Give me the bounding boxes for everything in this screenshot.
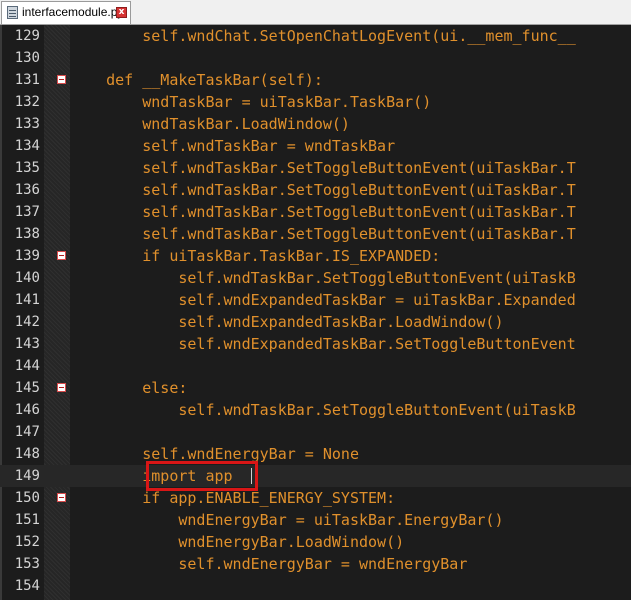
fold-collapse-icon[interactable]	[57, 493, 66, 502]
line-number: 143	[14, 336, 40, 352]
line-number: 149	[14, 468, 40, 484]
fold-collapse-icon[interactable]	[57, 383, 66, 392]
python-file-icon	[7, 6, 18, 19]
code-line[interactable]: 152 wndEnergyBar.LoadWindow()	[0, 531, 631, 553]
code-line[interactable]: 141 self.wndExpandedTaskBar = uiTaskBar.…	[0, 289, 631, 311]
tab-bar: interfacemodule.py x	[0, 0, 631, 25]
line-number: 132	[14, 94, 40, 110]
code-line[interactable]: 149 import app	[0, 465, 631, 487]
line-number: 134	[14, 138, 40, 154]
code-text[interactable]: wndEnergyBar = uiTaskBar.EnergyBar()	[70, 509, 503, 531]
code-text[interactable]: wndTaskBar = uiTaskBar.TaskBar()	[70, 91, 431, 113]
code-line[interactable]: 138 self.wndTaskBar.SetToggleButtonEvent…	[0, 223, 631, 245]
code-line[interactable]: 145 else:	[0, 377, 631, 399]
line-number: 146	[14, 402, 40, 418]
code-line[interactable]: 132 wndTaskBar = uiTaskBar.TaskBar()	[0, 91, 631, 113]
code-line[interactable]: 153 self.wndEnergyBar = wndEnergyBar	[0, 553, 631, 575]
code-line[interactable]: 129 self.wndChat.SetOpenChatLogEvent(ui.…	[0, 25, 631, 47]
highlight-box	[146, 461, 258, 491]
code-line[interactable]: 131 def __MakeTaskBar(self):	[0, 69, 631, 91]
code-text[interactable]: self.wndTaskBar = wndTaskBar	[70, 135, 395, 157]
line-number: 130	[14, 50, 40, 66]
code-text[interactable]: self.wndTaskBar.SetToggleButtonEvent(uiT…	[70, 267, 575, 289]
code-text[interactable]: self.wndExpandedTaskBar.LoadWindow()	[70, 311, 503, 333]
code-line[interactable]: 142 self.wndExpandedTaskBar.LoadWindow()	[0, 311, 631, 333]
line-number: 141	[14, 292, 40, 308]
code-line[interactable]: 151 wndEnergyBar = uiTaskBar.EnergyBar()	[0, 509, 631, 531]
code-line[interactable]: 154	[0, 575, 631, 597]
line-number: 152	[14, 534, 40, 550]
code-line[interactable]: 139 if uiTaskBar.TaskBar.IS_EXPANDED:	[0, 245, 631, 267]
code-text[interactable]: self.wndEnergyBar = wndEnergyBar	[70, 553, 467, 575]
line-number: 148	[14, 446, 40, 462]
line-number: 153	[14, 556, 40, 572]
line-number: 131	[14, 72, 40, 88]
line-number: 151	[14, 512, 40, 528]
line-number: 140	[14, 270, 40, 286]
code-text[interactable]: self.wndTaskBar.SetToggleButtonEvent(uiT…	[70, 223, 576, 245]
line-number: 139	[14, 248, 40, 264]
line-number: 137	[14, 204, 40, 220]
code-text[interactable]: else:	[70, 377, 187, 399]
code-text[interactable]: wndTaskBar.LoadWindow()	[70, 113, 350, 135]
code-line[interactable]: 140 self.wndTaskBar.SetToggleButtonEvent…	[0, 267, 631, 289]
code-line[interactable]: 130	[0, 47, 631, 69]
line-number: 136	[14, 182, 40, 198]
code-text[interactable]: self.wndTaskBar.SetToggleButtonEvent(uiT…	[70, 179, 576, 201]
code-line[interactable]: 134 self.wndTaskBar = wndTaskBar	[0, 135, 631, 157]
code-text[interactable]: self.wndExpandedTaskBar.SetToggleButtonE…	[70, 333, 575, 355]
code-line[interactable]: 143 self.wndExpandedTaskBar.SetToggleBut…	[0, 333, 631, 355]
code-text[interactable]: self.wndTaskBar.SetToggleButtonEvent(uiT…	[70, 399, 575, 421]
line-number: 154	[14, 578, 40, 594]
code-line[interactable]: 137 self.wndTaskBar.SetToggleButtonEvent…	[0, 201, 631, 223]
file-tab[interactable]: interfacemodule.py x	[1, 1, 131, 24]
code-line[interactable]: 136 self.wndTaskBar.SetToggleButtonEvent…	[0, 179, 631, 201]
line-number: 129	[14, 28, 40, 44]
code-line[interactable]: 147	[0, 421, 631, 443]
fold-collapse-icon[interactable]	[57, 251, 66, 260]
line-number: 144	[14, 358, 40, 374]
code-line[interactable]: 135 self.wndTaskBar.SetToggleButtonEvent…	[0, 157, 631, 179]
code-line[interactable]: 150 if app.ENABLE_ENERGY_SYSTEM:	[0, 487, 631, 509]
code-text[interactable]: self.wndTaskBar.SetToggleButtonEvent(uiT…	[70, 157, 576, 179]
code-text[interactable]: wndEnergyBar.LoadWindow()	[70, 531, 404, 553]
close-icon[interactable]: x	[116, 7, 127, 18]
code-text[interactable]: self.wndChat.SetOpenChatLogEvent(ui.__me…	[70, 25, 576, 47]
code-text[interactable]: self.wndTaskBar.SetToggleButtonEvent(uiT…	[70, 201, 576, 223]
fold-collapse-icon[interactable]	[57, 75, 66, 84]
line-number: 150	[14, 490, 40, 506]
code-line[interactable]: 133 wndTaskBar.LoadWindow()	[0, 113, 631, 135]
tab-filename[interactable]: interfacemodule.py	[22, 5, 123, 19]
line-number: 138	[14, 226, 40, 242]
code-text[interactable]: def __MakeTaskBar(self):	[70, 69, 323, 91]
line-number: 147	[14, 424, 40, 440]
line-number: 135	[14, 160, 40, 176]
code-line[interactable]: 144	[0, 355, 631, 377]
line-number: 145	[14, 380, 40, 396]
code-editor[interactable]: 129 self.wndChat.SetOpenChatLogEvent(ui.…	[0, 25, 631, 600]
line-number: 133	[14, 116, 40, 132]
line-number: 142	[14, 314, 40, 330]
code-text[interactable]: self.wndExpandedTaskBar = uiTaskBar.Expa…	[70, 289, 575, 311]
code-line[interactable]: 146 self.wndTaskBar.SetToggleButtonEvent…	[0, 399, 631, 421]
code-text[interactable]: if uiTaskBar.TaskBar.IS_EXPANDED:	[70, 245, 440, 267]
code-line[interactable]: 148 self.wndEnergyBar = None	[0, 443, 631, 465]
